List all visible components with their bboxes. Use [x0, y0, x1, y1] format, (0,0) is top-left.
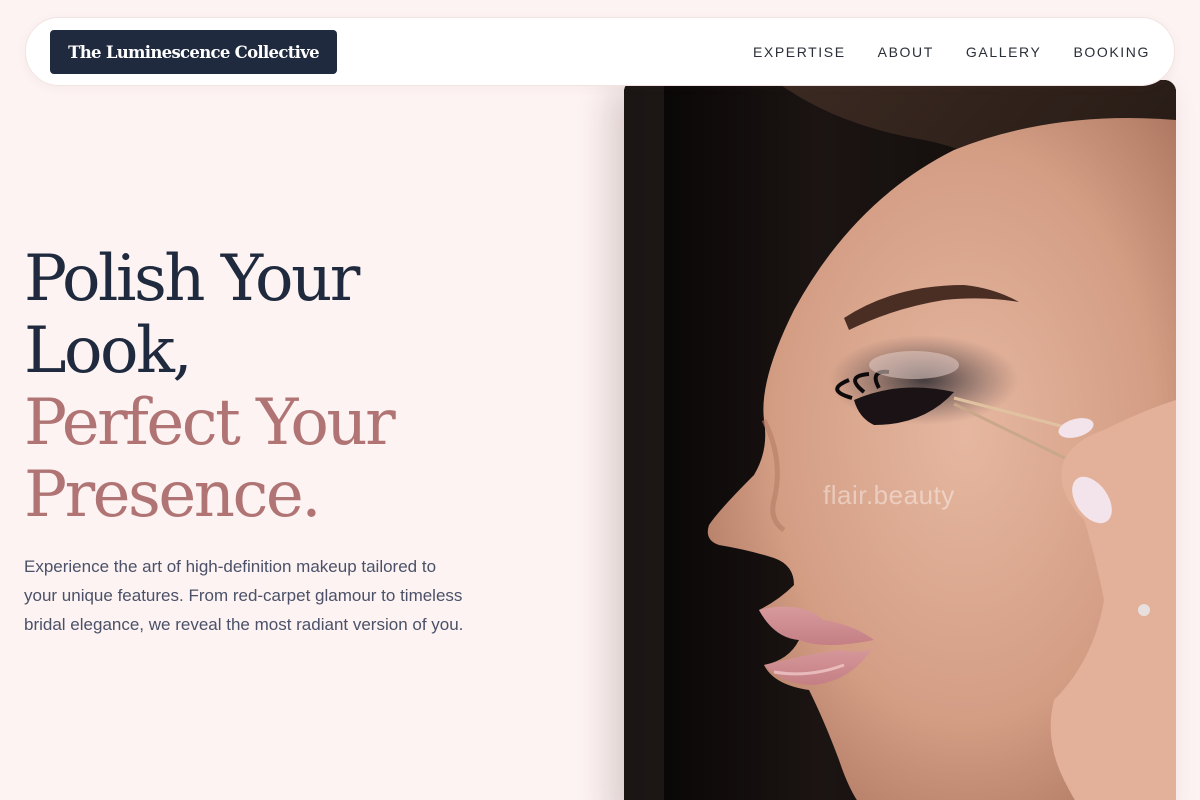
hero-title-line-2: Look, — [24, 314, 193, 388]
makeup-portrait-illustration — [624, 80, 1176, 800]
hero-description: Experience the art of high-definition ma… — [24, 557, 464, 634]
navbar: The Luminescence Collective EXPERTISE AB… — [25, 17, 1175, 86]
nav-menu: EXPERTISE ABOUT GALLERY BOOKING — [721, 18, 1150, 85]
hero-title-line-3: Perfect Your — [24, 386, 396, 460]
hero-image: flair.beauty — [624, 80, 1176, 800]
nav-link-booking[interactable]: BOOKING — [1073, 44, 1150, 60]
hero-title: Polish Your Look, Perfect Your Presence. — [24, 243, 544, 531]
nav-link-about[interactable]: ABOUT — [878, 44, 934, 60]
logo[interactable]: The Luminescence Collective — [50, 30, 337, 74]
nav-link-gallery[interactable]: GALLERY — [966, 44, 1042, 60]
image-watermark: flair.beauty — [823, 480, 955, 510]
nav-link-expertise[interactable]: EXPERTISE — [753, 44, 846, 60]
hero-title-line-1: Polish Your — [24, 242, 360, 316]
hero-title-line-4: Presence. — [24, 458, 322, 532]
